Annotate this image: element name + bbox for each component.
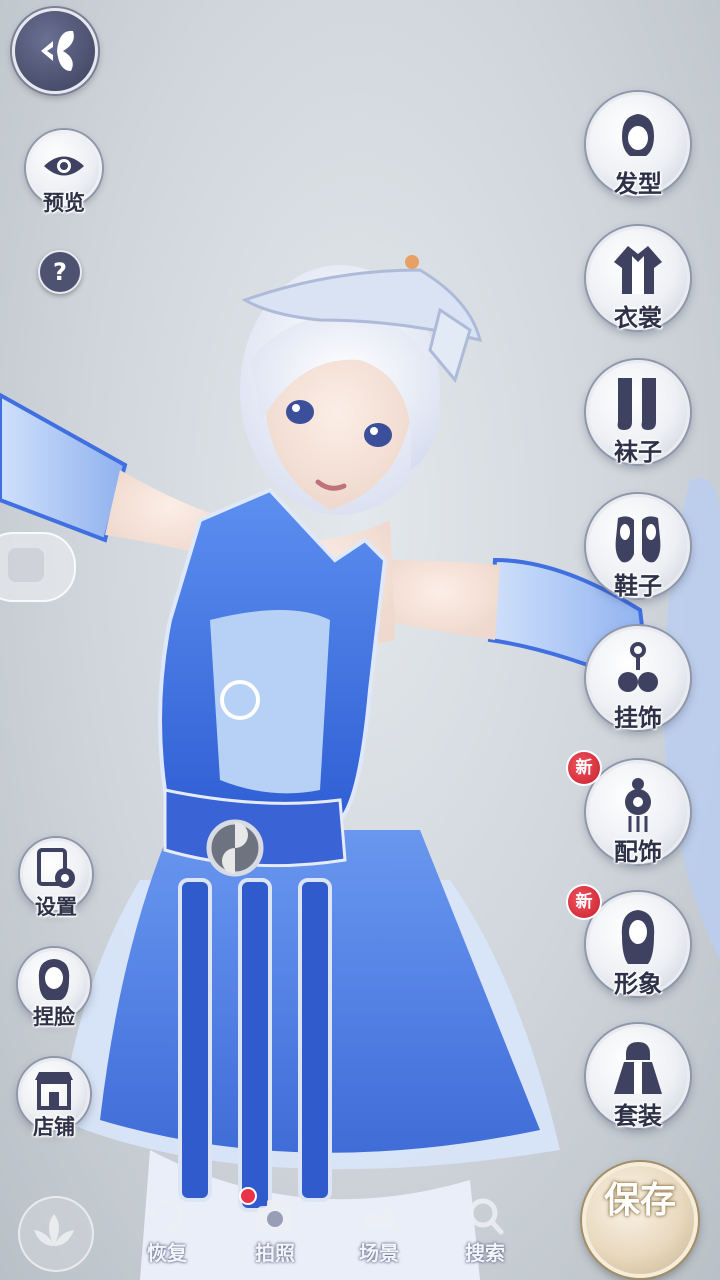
face-edit-icon bbox=[38, 958, 70, 1000]
eye-icon bbox=[44, 156, 84, 176]
side-tab-icon bbox=[8, 548, 44, 582]
pendant-button[interactable]: 挂饰 bbox=[586, 626, 690, 732]
shoes-icon bbox=[615, 516, 661, 563]
accessory-label: 配饰 bbox=[614, 837, 662, 866]
settings-button[interactable]: 设置 bbox=[20, 838, 92, 919]
socks-icon bbox=[617, 378, 656, 431]
outfit-set-label: 套装 bbox=[614, 1101, 662, 1130]
new-badge: 新 bbox=[568, 752, 600, 784]
clothing-button[interactable]: 衣裳 bbox=[586, 226, 690, 332]
hairstyle-label: 发型 bbox=[614, 169, 662, 198]
appearance-label: 形象 bbox=[614, 969, 662, 998]
search-icon bbox=[468, 1198, 504, 1235]
restore-icon bbox=[147, 1199, 184, 1233]
camera-icon bbox=[257, 1200, 293, 1232]
save-button[interactable]: 保存 bbox=[582, 1162, 698, 1278]
back-butterfly-icon bbox=[41, 30, 74, 71]
back-button[interactable] bbox=[12, 8, 98, 94]
appearance-button[interactable]: 形象 bbox=[586, 892, 690, 998]
face-edit-label: 捏脸 bbox=[33, 1004, 75, 1029]
outfit-set-button[interactable]: 套装 bbox=[586, 1024, 690, 1130]
clothing-icon bbox=[614, 246, 662, 295]
shop-button[interactable]: 店铺 bbox=[18, 1058, 90, 1139]
help-button[interactable]: ? bbox=[38, 250, 82, 294]
search-button[interactable]: 搜索 bbox=[440, 1180, 530, 1280]
photo-label: 拍照 bbox=[255, 1241, 295, 1265]
settings-label: 设置 bbox=[35, 894, 77, 919]
shop-label: 店铺 bbox=[33, 1114, 75, 1139]
scene-label: 场景 bbox=[359, 1241, 399, 1265]
shop-icon bbox=[35, 1071, 73, 1110]
preview-button[interactable]: 预览 bbox=[26, 130, 102, 215]
hairstyle-button[interactable]: 发型 bbox=[586, 92, 690, 198]
new-badge: 新 bbox=[568, 886, 600, 918]
search-label: 搜索 bbox=[465, 1241, 505, 1265]
pendant-label: 挂饰 bbox=[614, 703, 662, 732]
scene-icon bbox=[360, 1204, 400, 1230]
notification-dot bbox=[241, 1189, 255, 1203]
appearance-icon bbox=[621, 910, 655, 965]
pendant-icon bbox=[618, 642, 658, 693]
face-edit-button[interactable]: 捏脸 bbox=[18, 948, 90, 1029]
accessory-icon bbox=[625, 778, 651, 833]
clothing-label: 衣裳 bbox=[614, 303, 662, 332]
shoes-label: 鞋子 bbox=[614, 571, 662, 600]
shoes-button[interactable]: 鞋子 bbox=[586, 494, 690, 600]
socks-label: 袜子 bbox=[614, 437, 662, 466]
settings-icon bbox=[37, 847, 75, 888]
hairstyle-icon bbox=[622, 114, 654, 157]
socks-button[interactable]: 袜子 bbox=[586, 360, 690, 466]
side-pull-tab[interactable] bbox=[0, 532, 76, 602]
preview-label: 预览 bbox=[43, 190, 85, 215]
restore-label: 恢复 bbox=[147, 1241, 187, 1265]
restore-button[interactable]: 恢复 bbox=[122, 1180, 212, 1280]
accessory-button[interactable]: 配饰 bbox=[586, 760, 690, 866]
scene-button[interactable]: 场景 bbox=[334, 1180, 424, 1280]
outfit-set-icon bbox=[614, 1042, 662, 1095]
save-label: 保存 bbox=[603, 1179, 676, 1221]
